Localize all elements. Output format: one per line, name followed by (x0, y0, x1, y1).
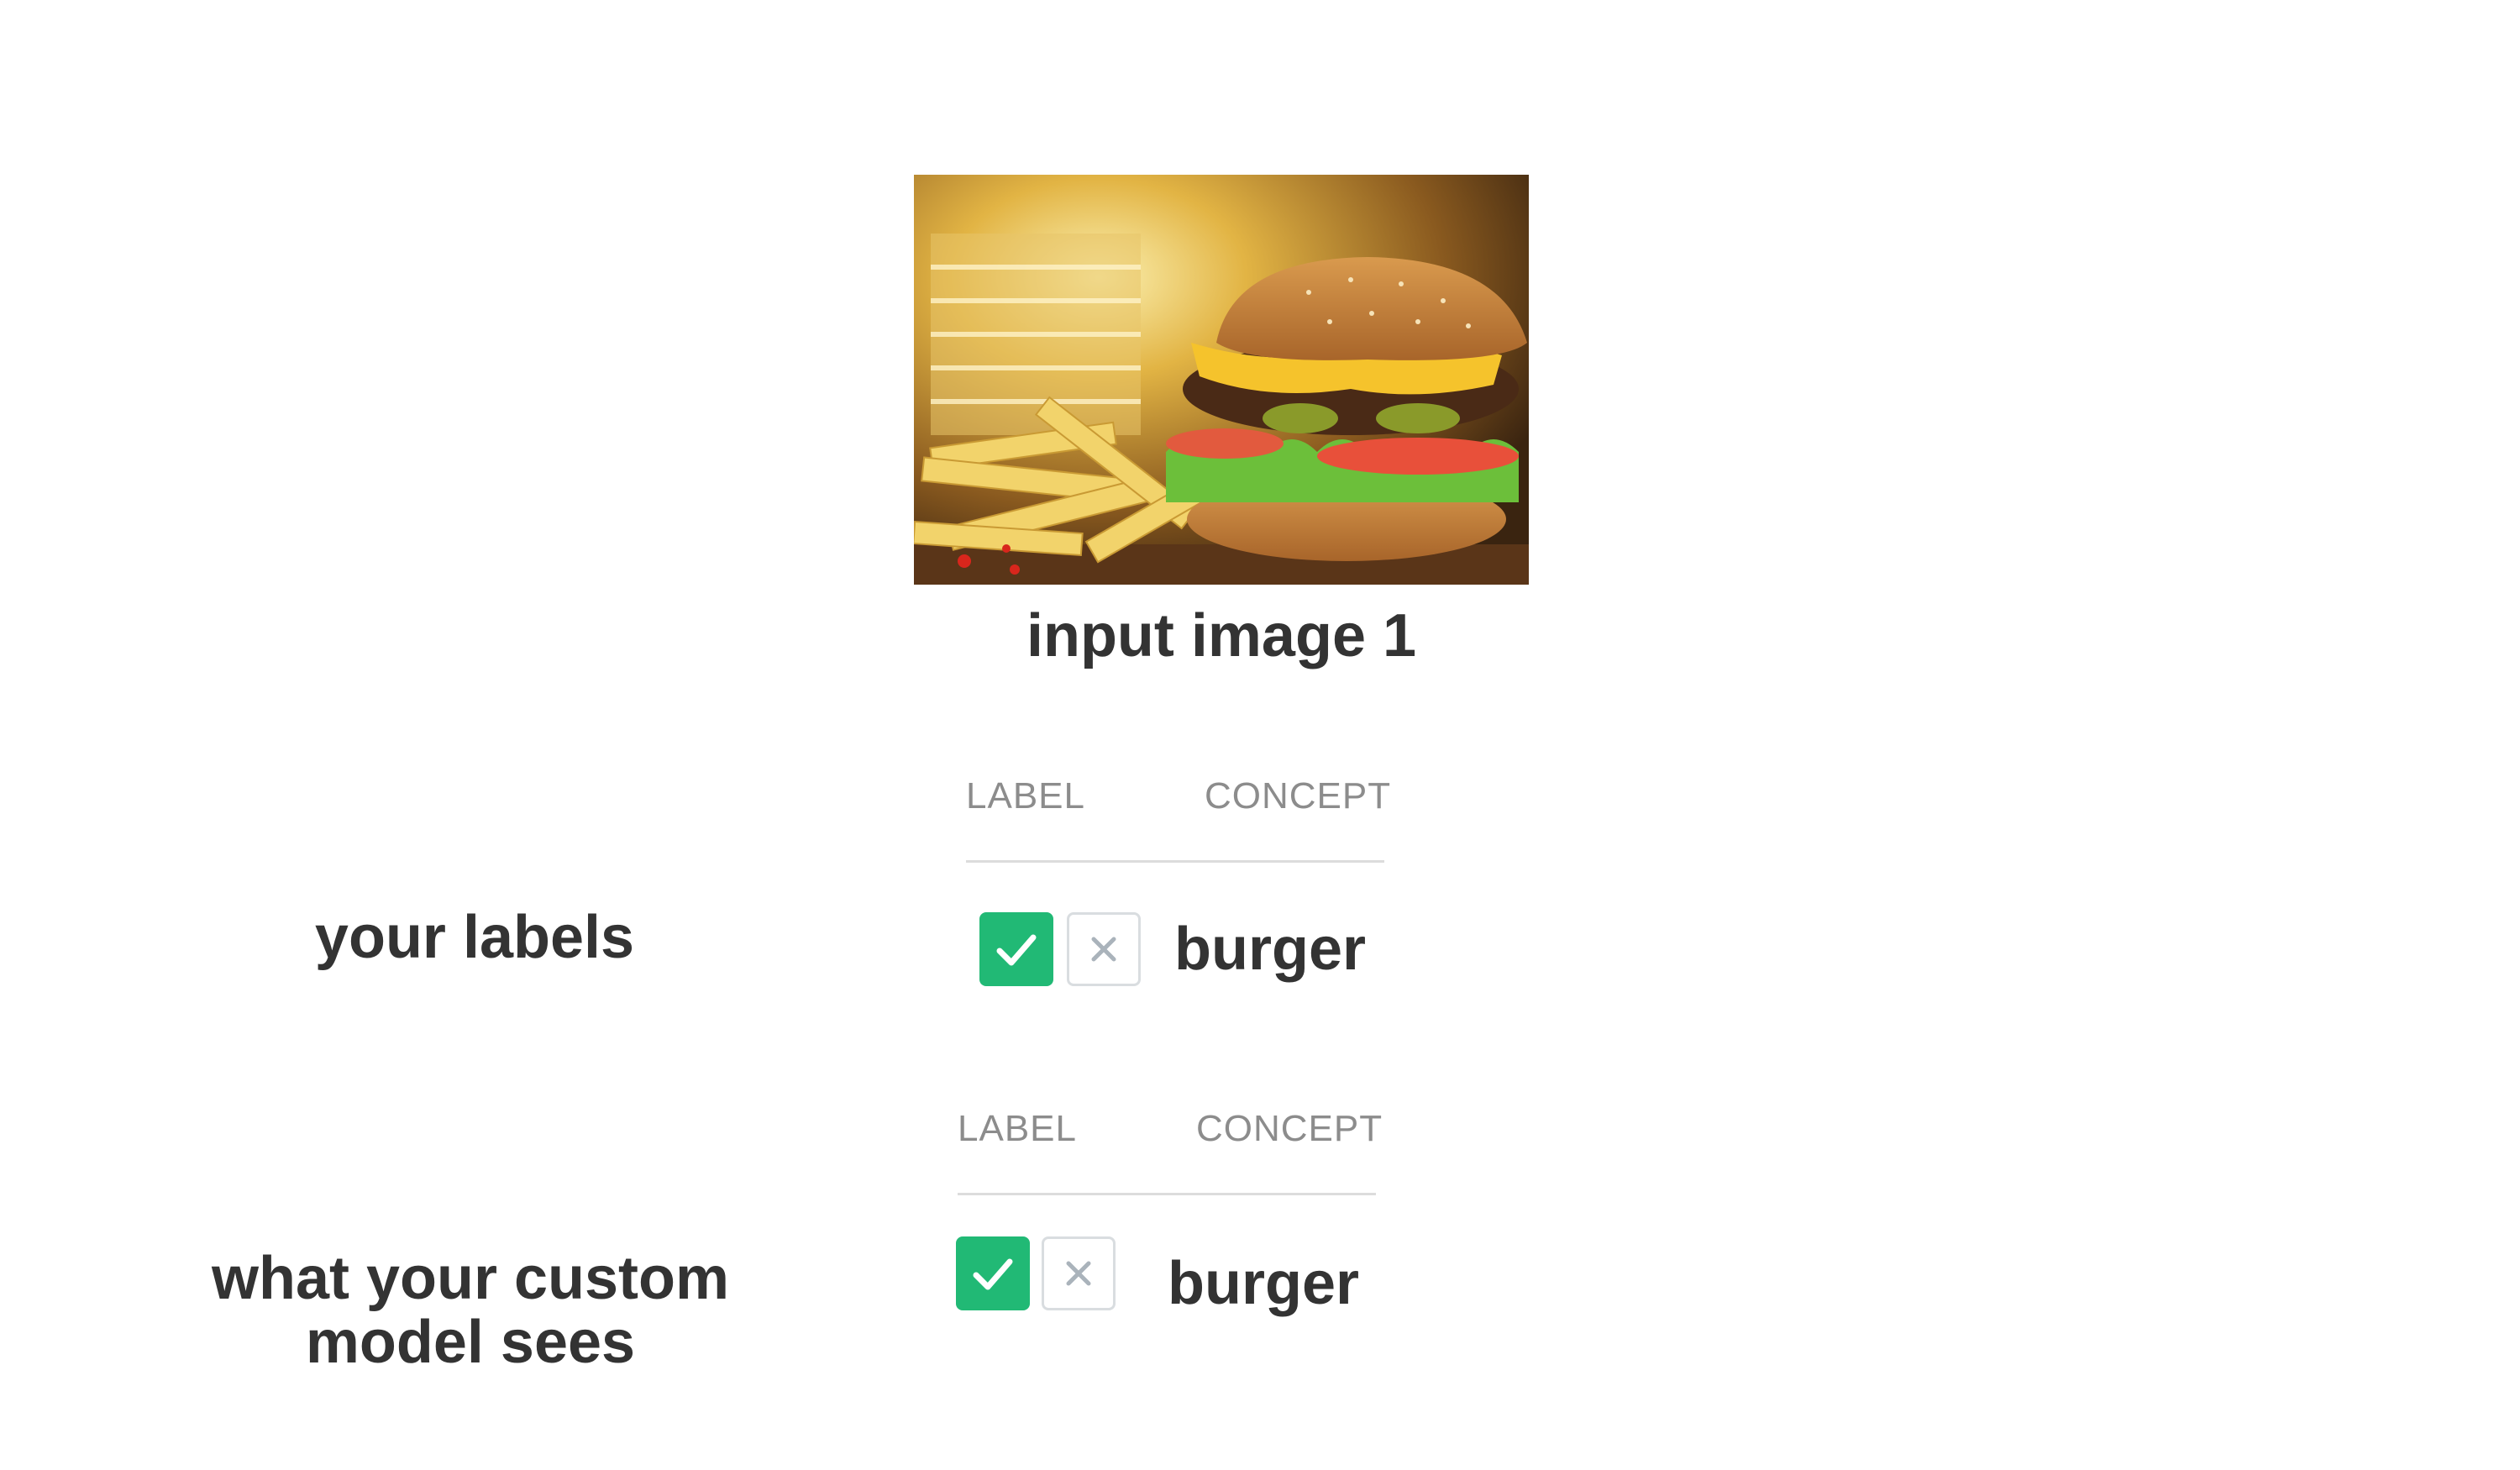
label-column-header: LABEL (958, 1108, 1077, 1149)
model-sees-heading: what your custom model sees (211, 1245, 730, 1376)
close-icon (1091, 937, 1116, 962)
input-image-caption: input image 1 (1026, 602, 1417, 669)
your-labels-heading: your labels (314, 904, 635, 971)
checkmark-icon (973, 1258, 1013, 1290)
burger-photo (914, 175, 1529, 585)
label-column-header: LABEL (966, 775, 1085, 816)
concept-column-header: CONCEPT (1205, 775, 1392, 816)
negative-label-button[interactable] (1042, 1236, 1116, 1310)
checkmark-icon (996, 934, 1037, 966)
input-image (914, 175, 1529, 585)
concept-name: burger (1168, 1250, 1360, 1317)
your-labels-panel: LABEL CONCEPT burger (964, 756, 1401, 1008)
close-icon (1066, 1261, 1091, 1286)
positive-label-button[interactable] (956, 1236, 1030, 1310)
negative-label-button[interactable] (1067, 912, 1141, 986)
model-sees-panel: LABEL CONCEPT burger (956, 1089, 1393, 1341)
positive-label-button[interactable] (979, 912, 1053, 986)
header-divider (966, 860, 1384, 863)
concept-name: burger (1174, 916, 1367, 983)
concept-column-header: CONCEPT (1196, 1108, 1383, 1149)
header-divider (958, 1193, 1376, 1195)
